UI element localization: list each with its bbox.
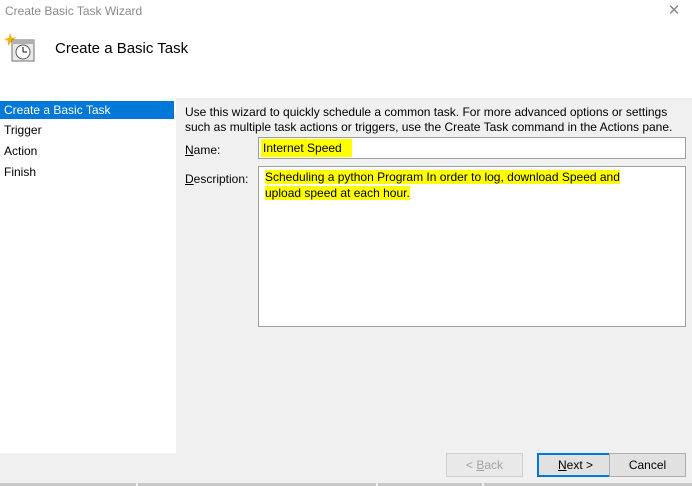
steps-list: Create a Basic Task Trigger Action Finis… bbox=[0, 98, 176, 453]
intro-text: Use this wizard to quickly schedule a co… bbox=[185, 105, 673, 134]
title-bar: Create Basic Task Wizard ✕ bbox=[0, 0, 692, 22]
step-create-basic-task[interactable]: Create a Basic Task bbox=[0, 101, 174, 119]
step-content: Use this wizard to quickly schedule a co… bbox=[178, 98, 692, 453]
step-trigger[interactable]: Trigger bbox=[0, 121, 174, 139]
wizard-footer: < Back Next > Cancel bbox=[0, 453, 692, 486]
wizard-body: Create a Basic Task Trigger Action Finis… bbox=[0, 98, 692, 453]
cancel-button[interactable]: Cancel bbox=[609, 453, 686, 477]
wizard-window: Create Basic Task Wizard ✕ Create a Basi… bbox=[0, 0, 692, 486]
page-title: Create a Basic Task bbox=[55, 40, 189, 57]
name-value: Internet Speed bbox=[261, 139, 352, 157]
description-value: Scheduling a python Program In order to … bbox=[265, 170, 620, 200]
name-input[interactable]: Internet Speed bbox=[258, 137, 686, 159]
close-button[interactable]: ✕ bbox=[662, 1, 686, 21]
name-label: Name: bbox=[185, 143, 221, 157]
step-finish[interactable]: Finish bbox=[0, 163, 174, 181]
wizard-header: Create a Basic Task bbox=[0, 22, 692, 78]
description-label: Description: bbox=[185, 172, 249, 186]
description-input[interactable]: Scheduling a python Program In order to … bbox=[258, 166, 686, 327]
next-button[interactable]: Next > bbox=[537, 453, 614, 477]
step-action[interactable]: Action bbox=[0, 142, 174, 160]
task-scheduler-clock-icon bbox=[4, 33, 35, 62]
window-title: Create Basic Task Wizard bbox=[5, 4, 143, 18]
back-button[interactable]: < Back bbox=[446, 453, 523, 477]
close-icon: ✕ bbox=[667, 2, 681, 19]
